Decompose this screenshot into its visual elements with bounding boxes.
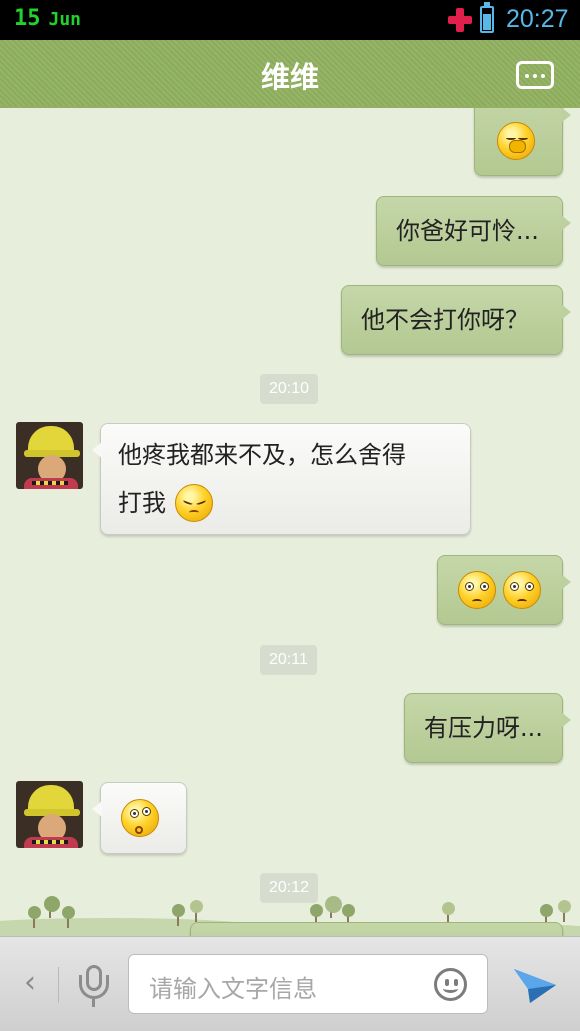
message-text-line-2: 打我 bbox=[118, 489, 166, 517]
contact-avatar[interactable] bbox=[16, 781, 83, 848]
timestamp: 20:11 bbox=[260, 645, 317, 675]
timestamp: 20:10 bbox=[260, 374, 319, 404]
message-list[interactable]: 你爸好可怜... 他不会打你呀？ 20:10 他疼我都来不及，怎么舍得 打我 2… bbox=[0, 108, 580, 936]
medical-cross-icon bbox=[448, 8, 472, 32]
message-input-placeholder: 请输入文字信息 bbox=[149, 975, 317, 1003]
dizzy-emoji-icon bbox=[121, 799, 159, 837]
chat-menu-icon[interactable] bbox=[516, 61, 554, 89]
chat-header: 维维 bbox=[0, 40, 580, 114]
contact-avatar[interactable] bbox=[16, 422, 83, 489]
yawn-emoji-icon bbox=[497, 122, 535, 160]
divider bbox=[58, 967, 59, 1003]
status-month: Jun bbox=[48, 9, 82, 30]
message-text: 有压力呀... bbox=[424, 714, 543, 742]
microphone-icon[interactable] bbox=[74, 961, 114, 1011]
outgoing-message-emoji[interactable] bbox=[437, 555, 571, 625]
message-text: 他不会打你呀？ bbox=[361, 306, 529, 334]
status-time: 20:27 bbox=[506, 5, 569, 33]
outgoing-message-emoji[interactable] bbox=[474, 108, 571, 176]
outgoing-message[interactable]: 他不会打你呀？ bbox=[341, 285, 571, 355]
outgoing-message[interactable]: 有压力呀... bbox=[404, 693, 571, 763]
message-text-line-1: 他疼我都来不及，怎么舍得 bbox=[118, 441, 406, 469]
status-day: 15 bbox=[14, 6, 41, 31]
angry-emoji-icon bbox=[503, 571, 541, 609]
angry-emoji-icon bbox=[458, 571, 496, 609]
contact-name: 维维 bbox=[260, 60, 319, 94]
smiley-icon[interactable] bbox=[434, 968, 467, 1001]
status-date: 15 Jun bbox=[14, 6, 81, 31]
battery-icon bbox=[480, 2, 494, 33]
incoming-message[interactable]: 他疼我都来不及，怎么舍得 打我 bbox=[92, 423, 471, 535]
send-icon[interactable] bbox=[512, 965, 558, 1005]
message-text: 你爸好可怜... bbox=[396, 217, 539, 245]
input-bar: ‹ 请输入文字信息 bbox=[0, 936, 580, 1031]
outgoing-message-partial[interactable] bbox=[190, 922, 563, 936]
shy-emoji-icon bbox=[175, 484, 213, 522]
chevron-left-icon[interactable]: ‹ bbox=[18, 965, 42, 1005]
outgoing-message[interactable]: 你爸好可怜... bbox=[376, 196, 571, 266]
incoming-message-emoji[interactable] bbox=[92, 782, 187, 854]
status-bar: 15 Jun 20:27 bbox=[0, 0, 580, 40]
